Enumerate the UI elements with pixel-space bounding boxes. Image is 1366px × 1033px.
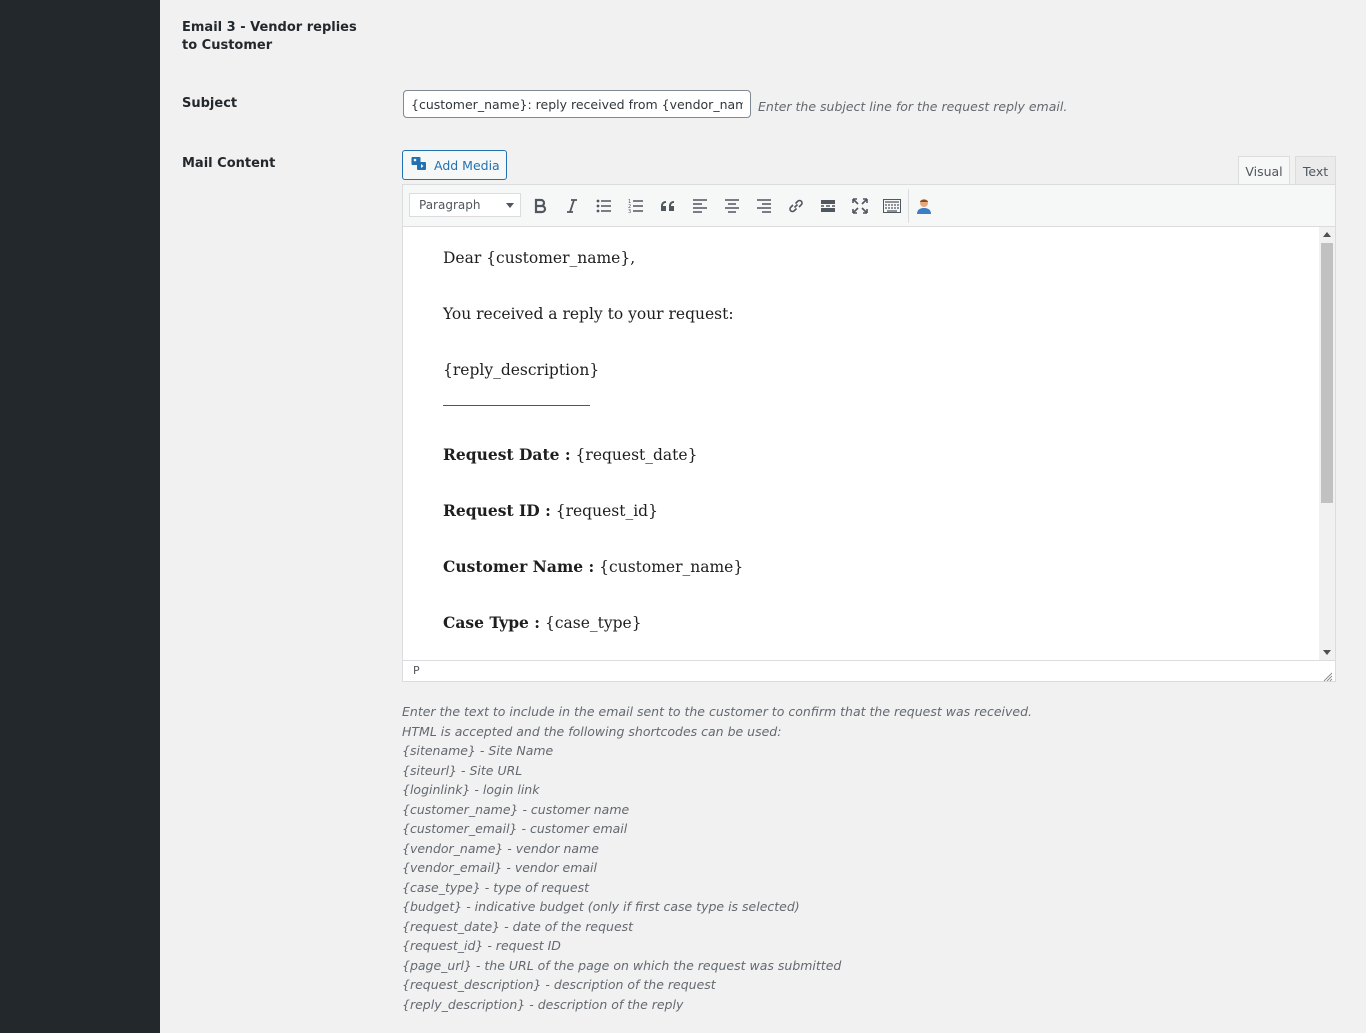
editor-content[interactable]: Dear {customer_name}, You received a rep… <box>403 227 1319 660</box>
align-right-icon <box>756 199 772 213</box>
bullet-list-button[interactable] <box>591 193 617 219</box>
subject-label: Subject <box>182 96 238 111</box>
help-line: {sitename} - Site Name <box>402 743 554 758</box>
admin-sidebar <box>0 0 160 1033</box>
align-left-icon <box>692 199 708 213</box>
blockquote-button[interactable] <box>655 193 681 219</box>
format-select-value: Paragraph <box>419 198 481 212</box>
blockquote-icon <box>660 200 676 212</box>
help-line: {case_type} - type of request <box>402 879 589 895</box>
field-label: Case Type : <box>443 613 541 632</box>
chevron-down-icon <box>506 203 514 208</box>
editor-toolbar: Paragraph 123 <box>403 185 1335 227</box>
bold-button[interactable] <box>527 193 553 219</box>
help-line: {page_url} - the URL of the page on whic… <box>402 957 842 973</box>
field-label: Request ID : <box>443 501 551 520</box>
user-shortcode-icon <box>915 197 933 215</box>
field-paragraph-request-date: Request Date : {request_date} <box>443 445 697 464</box>
toolbar-toggle-icon <box>883 199 901 213</box>
section-title: Email 3 - Vendor replies to Customer <box>182 20 357 53</box>
help-line: Enter the text to include in the email s… <box>402 704 1032 719</box>
scroll-thumb[interactable] <box>1321 243 1333 503</box>
italic-icon <box>565 198 579 214</box>
user-shortcode-button[interactable] <box>911 193 937 219</box>
add-media-icon <box>411 156 428 175</box>
help-line: HTML is accepted and the following short… <box>402 723 782 739</box>
add-media-label: Add Media <box>434 157 500 173</box>
link-icon <box>787 197 805 215</box>
greeting-paragraph: Dear {customer_name}, <box>443 249 636 267</box>
fullscreen-button[interactable] <box>847 193 873 219</box>
help-line: {vendor_email} - vendor email <box>402 860 597 875</box>
element-path[interactable]: P <box>413 664 420 677</box>
tab-visual[interactable]: Visual <box>1238 156 1290 186</box>
reply-paragraph: {reply_description} <box>443 361 600 379</box>
help-line: {customer_email} - customer email <box>402 821 628 836</box>
align-right-button[interactable] <box>751 193 777 219</box>
scroll-down-icon[interactable] <box>1323 650 1331 655</box>
align-left-button[interactable] <box>687 193 713 219</box>
help-line: {request_description} - description of t… <box>402 977 716 992</box>
help-line: {budget} - indicative budget (only if fi… <box>402 899 800 914</box>
field-paragraph-request-id: Request ID : {request_id} <box>443 501 658 520</box>
read-more-button[interactable] <box>815 193 841 219</box>
toolbar-toggle-button[interactable] <box>879 193 905 219</box>
help-line: {loginlink} - login link <box>402 782 540 797</box>
bullet-list-icon <box>596 199 612 213</box>
help-line: {siteurl} - Site URL <box>402 762 523 778</box>
mail-content-label: Mail Content <box>182 156 276 171</box>
italic-button[interactable] <box>559 193 585 219</box>
help-line: {request_date} - date of the request <box>402 918 634 934</box>
tab-text[interactable]: Text <box>1295 156 1336 185</box>
toolbar-separator <box>908 189 909 223</box>
align-center-button[interactable] <box>719 193 745 219</box>
help-line: {request_id} - request ID <box>402 938 561 953</box>
add-media-button[interactable]: Add Media <box>402 150 507 180</box>
format-select[interactable]: Paragraph <box>409 193 521 217</box>
field-value: {customer_name} <box>594 558 744 576</box>
svg-text:3: 3 <box>628 209 631 213</box>
field-label: Customer Name : <box>443 557 595 576</box>
field-paragraph-case-type: Case Type : {case_type} <box>443 613 642 632</box>
scroll-up-icon[interactable] <box>1323 232 1331 237</box>
resize-handle-icon[interactable] <box>1323 669 1333 682</box>
bold-icon <box>533 198 547 214</box>
field-value: {request_id} <box>550 502 658 520</box>
numbered-list-icon: 123 <box>628 199 644 213</box>
intro-paragraph: You received a reply to your request: <box>443 305 734 323</box>
read-more-icon <box>820 199 836 213</box>
field-value: {case_type} <box>540 614 642 632</box>
rich-text-editor: Paragraph 123 Dear {customer_name}, You … <box>402 184 1336 682</box>
field-paragraph-customer-name: Customer Name : {customer_name} <box>443 557 743 576</box>
fullscreen-icon <box>852 198 868 214</box>
subject-description: Enter the subject line for the request r… <box>758 99 1068 114</box>
align-center-icon <box>724 199 740 213</box>
subject-input[interactable] <box>403 90 751 118</box>
help-line: {reply_description} - description of the… <box>402 996 684 1012</box>
field-label: Request Date : <box>443 445 571 464</box>
link-button[interactable] <box>783 193 809 219</box>
horizontal-rule <box>443 405 590 406</box>
editor-scrollbar[interactable] <box>1319 227 1335 660</box>
help-line: {customer_name} - customer name <box>402 801 630 817</box>
field-value: {request_date} <box>570 446 698 464</box>
help-text: Enter the text to include in the email s… <box>402 702 1032 1014</box>
editor-statusbar: P <box>403 660 1335 682</box>
help-line: {vendor_name} - vendor name <box>402 840 599 856</box>
numbered-list-button[interactable]: 123 <box>623 193 649 219</box>
